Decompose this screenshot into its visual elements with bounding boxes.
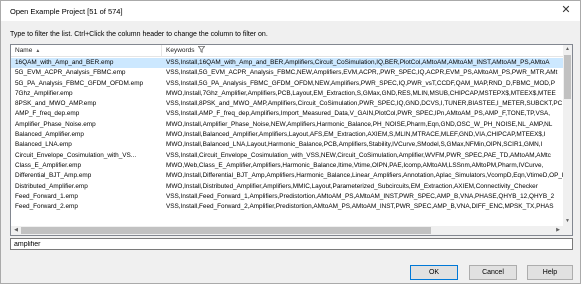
row-keywords-cell: VSS,Install,Feed_Forward_2,Amplifier,Pre… xyxy=(166,203,554,211)
filter-icon xyxy=(197,46,205,58)
row-name-cell: Distributed_Amplifier.emp xyxy=(15,182,88,190)
row-name-cell: Circuit_Envelope_Cosimulation_with_VS... xyxy=(15,151,137,159)
row-name-cell: 5G_EVM_ACPR_Analysis_FBMC.emp xyxy=(15,69,126,77)
table-header: Name ▲ Keywords xyxy=(11,45,572,57)
table-body: 16QAM_with_Amp_and_BER.emp VSS,Install,16… xyxy=(11,58,564,212)
scrollbar-corner xyxy=(563,226,572,235)
row-name-cell: Balanced_Amplifier.emp xyxy=(15,131,84,139)
table-row[interactable]: Differential_BJT_Amp.emp MWO,Install,Diff… xyxy=(11,171,564,181)
row-name-cell: 7Ghz_Amplifier.emp xyxy=(15,89,73,97)
row-keywords-cell: MWO,Install,Balanced_Amplifier,Amplifier… xyxy=(166,131,546,139)
table-row[interactable]: Class_E_Amplifier.emp MWO,Web,Class_E_Amp… xyxy=(11,161,564,171)
table-row[interactable]: AMP_F_freq_dep.emp VSS,Install,AMP_F_freq… xyxy=(11,109,564,119)
table-row[interactable]: Balanced_Amplifier.emp MWO,Install,Balanc… xyxy=(11,130,564,140)
table-row[interactable]: 5G_PA_Analysis_FBMC_GFDM_OFDM.emp VSS,Ins… xyxy=(11,79,564,89)
row-keywords-cell: MWO,Install,Balanced_LNA,Layout,Harmonic… xyxy=(166,141,543,149)
row-keywords-cell: VSS,Install,8PSK_and_MWO_AMP,Amplifiers,… xyxy=(166,100,563,108)
row-name-cell: 5G_PA_Analysis_FBMC_GFDM_OFDM.emp xyxy=(15,79,144,87)
table-row[interactable]: Circuit_Envelope_Cosimulation_with_VS...… xyxy=(11,151,564,161)
table-row[interactable]: Distributed_Amplifier.emp MWO,Install,Dis… xyxy=(11,182,564,192)
row-keywords-cell: VSS,Install,5G_EVM_ACPR_Analysis_FBMC,NE… xyxy=(166,69,558,77)
row-name-cell: 16QAM_with_Amp_and_BER.emp xyxy=(15,59,114,66)
scroll-up-icon[interactable]: ▲ xyxy=(563,46,572,54)
dialog-title: Open Example Project [51 of 574] xyxy=(10,7,123,16)
sort-ascending-icon: ▲ xyxy=(35,48,41,54)
scroll-left-icon[interactable]: ◀ xyxy=(12,226,20,235)
row-keywords-cell: VSS,Install,AMP_F_freq_dep,Amplifiers,Im… xyxy=(166,110,551,118)
row-name-cell: Balanced_LNA.emp xyxy=(15,141,72,149)
vertical-scrollbar[interactable]: ▲ ▼ xyxy=(563,45,572,227)
filter-hint: Type to filter the list. Ctrl+Click the … xyxy=(10,31,268,38)
title-bar: Open Example Project [51 of 574] ✕ xyxy=(1,1,580,21)
help-button[interactable]: Help xyxy=(527,265,573,280)
row-keywords-cell: MWO,Install,7Ghz_Amplifier,Amplifiers,PC… xyxy=(166,89,556,97)
table-row[interactable]: Amplifier_Phase_Noise.emp MWO,Install,Amp… xyxy=(11,120,564,130)
table-row[interactable]: Balanced_LNA.emp MWO,Install,Balanced_LNA… xyxy=(11,140,564,150)
table-row[interactable]: Feed_Forward_1.emp VSS,Install,Feed_Forwa… xyxy=(11,192,564,202)
row-keywords-cell: MWO,Web,Class_E_Amplifier,Amplifiers,Har… xyxy=(166,161,544,169)
column-header-keywords-label: Keywords xyxy=(166,47,195,54)
row-keywords-cell: VSS,Install,Circuit_Envelope_Cosimulatio… xyxy=(166,151,551,159)
example-table: Name ▲ Keywords 16QAM_with_Amp_and_BER.em… xyxy=(10,44,573,236)
row-keywords-cell: MWO,Install,Amplifier_Phase_Noise,NEW,Am… xyxy=(166,120,553,128)
row-keywords-cell: VSS,Install,16QAM_with_Amp_and_BER,Ampli… xyxy=(166,59,550,66)
table-row[interactable]: 16QAM_with_Amp_and_BER.emp VSS,Install,16… xyxy=(11,58,564,69)
ok-button[interactable]: OK xyxy=(410,265,458,280)
scroll-down-icon[interactable]: ▼ xyxy=(563,218,572,226)
row-keywords-cell: MWO,Install,Distributed_Amplifier,Amplif… xyxy=(166,182,538,190)
row-name-cell: Amplifier_Phase_Noise.emp xyxy=(15,120,96,128)
cancel-button[interactable]: Cancel xyxy=(469,265,517,280)
table-row[interactable]: 7Ghz_Amplifier.emp MWO,Install,7Ghz_Ampli… xyxy=(11,89,564,99)
column-header-keywords[interactable]: Keywords xyxy=(162,45,562,57)
horizontal-scroll-thumb[interactable] xyxy=(21,227,431,234)
table-row[interactable]: 8PSK_and_MWO_AMP.emp VSS,Install,8PSK_and… xyxy=(11,99,564,109)
row-name-cell: Feed_Forward_2.emp xyxy=(15,203,78,211)
open-example-dialog: Open Example Project [51 of 574] ✕ Type … xyxy=(0,0,581,284)
row-name-cell: Class_E_Amplifier.emp xyxy=(15,161,82,169)
row-name-cell: AMP_F_freq_dep.emp xyxy=(15,110,80,118)
table-row[interactable]: Feed_Forward_2.emp VSS,Install,Feed_Forwa… xyxy=(11,202,564,212)
row-name-cell: 8PSK_and_MWO_AMP.emp xyxy=(15,100,97,108)
row-name-cell: Feed_Forward_1.emp xyxy=(15,192,78,200)
vertical-scroll-thumb[interactable] xyxy=(564,55,571,99)
column-header-name-label: Name xyxy=(15,47,33,54)
table-row[interactable]: 5G_EVM_ACPR_Analysis_FBMC.emp VSS,Install… xyxy=(11,68,564,78)
horizontal-scrollbar[interactable]: ◀ ▶ xyxy=(11,226,563,235)
row-keywords-cell: MWO,Install,Differential_BJT_Amp,Amplifi… xyxy=(166,172,564,180)
row-keywords-cell: VSS,Install,5G_PA_Analysis_FBMC_GFDM_OFD… xyxy=(166,79,555,87)
filter-input[interactable] xyxy=(10,238,573,250)
scroll-right-icon[interactable]: ▶ xyxy=(554,226,562,235)
row-name-cell: Differential_BJT_Amp.emp xyxy=(15,172,92,180)
close-icon[interactable]: ✕ xyxy=(560,4,572,17)
row-keywords-cell: VSS,Install,Feed_Forward_1,Amplifiers,Pr… xyxy=(166,192,555,200)
column-header-name[interactable]: Name ▲ xyxy=(11,45,162,57)
